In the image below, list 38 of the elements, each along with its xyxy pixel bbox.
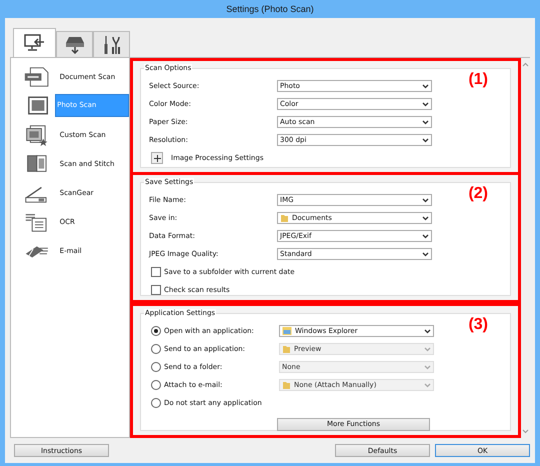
chevron-icon bbox=[422, 102, 429, 106]
chevron-icon bbox=[424, 328, 431, 334]
folder-icon bbox=[280, 214, 289, 222]
computer-arrow-icon bbox=[24, 34, 46, 52]
checkbox[interactable] bbox=[151, 285, 161, 295]
radio-button[interactable] bbox=[151, 398, 161, 408]
chevron-icon bbox=[424, 364, 431, 370]
scanner-icon bbox=[64, 36, 84, 54]
section-number: (1) bbox=[468, 71, 488, 89]
chevron-icon bbox=[424, 346, 431, 352]
radio-button[interactable] bbox=[151, 362, 161, 372]
checkbox[interactable] bbox=[151, 267, 161, 277]
chevron-icon bbox=[422, 138, 429, 142]
scroll-up-icon bbox=[522, 62, 529, 67]
tab[interactable] bbox=[13, 28, 56, 57]
chevron-icon bbox=[422, 120, 429, 124]
tools-icon bbox=[102, 34, 122, 54]
chevron-icon bbox=[422, 252, 429, 256]
chevron-icon bbox=[422, 234, 429, 238]
tab[interactable] bbox=[93, 31, 130, 57]
radio-button[interactable] bbox=[151, 344, 161, 354]
chevron-icon bbox=[422, 198, 429, 202]
radio-button[interactable] bbox=[151, 326, 161, 336]
chevron-icon bbox=[422, 84, 429, 88]
radio-button[interactable] bbox=[151, 380, 161, 390]
tab[interactable] bbox=[56, 31, 93, 57]
chevron-icon bbox=[424, 382, 431, 388]
plus-icon bbox=[154, 154, 160, 162]
chevron-icon bbox=[422, 216, 429, 220]
expand-button[interactable] bbox=[151, 152, 163, 164]
section-number: (3) bbox=[468, 316, 488, 334]
folder-icon bbox=[282, 380, 291, 390]
section-number: (2) bbox=[468, 185, 488, 203]
folder-window-icon bbox=[282, 326, 292, 336]
pdf-document-icon bbox=[23, 66, 51, 88]
scroll-down-icon bbox=[522, 429, 529, 434]
window-title: Settings (Photo Scan) bbox=[225, 3, 315, 16]
folder-icon bbox=[282, 344, 291, 354]
